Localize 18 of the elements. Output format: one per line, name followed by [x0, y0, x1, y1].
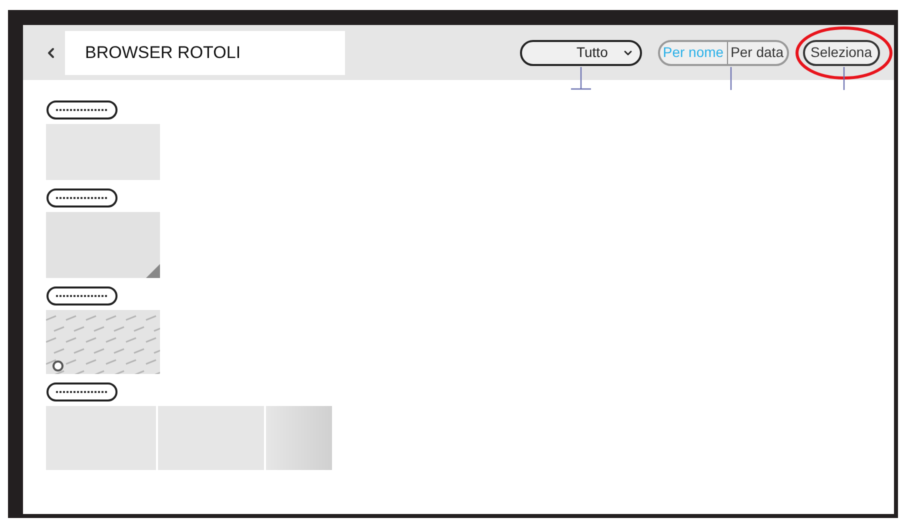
roll-thumbnail[interactable] [46, 406, 332, 470]
sort-tab[interactable]: Per data [726, 42, 786, 64]
roll-thumbnail[interactable] [46, 124, 160, 180]
roll-label-pill [46, 286, 118, 306]
title-field: BROWSER ROTOLI [65, 30, 345, 74]
roll-thumbnail[interactable] [46, 310, 160, 374]
leader-line [842, 66, 844, 90]
leader-line [730, 66, 732, 90]
roll-label-pill [46, 100, 118, 120]
page-curl-icon [146, 264, 160, 278]
leader-line [570, 66, 591, 90]
roll-label-pill [46, 382, 118, 402]
filter-dropdown[interactable]: Tutto [520, 40, 642, 66]
select-button[interactable]: Seleziona [802, 40, 880, 66]
circle-icon [52, 360, 64, 372]
roll-segment [266, 406, 332, 470]
roll-thumbnail[interactable] [46, 212, 160, 278]
roll-label-pill [46, 188, 118, 208]
